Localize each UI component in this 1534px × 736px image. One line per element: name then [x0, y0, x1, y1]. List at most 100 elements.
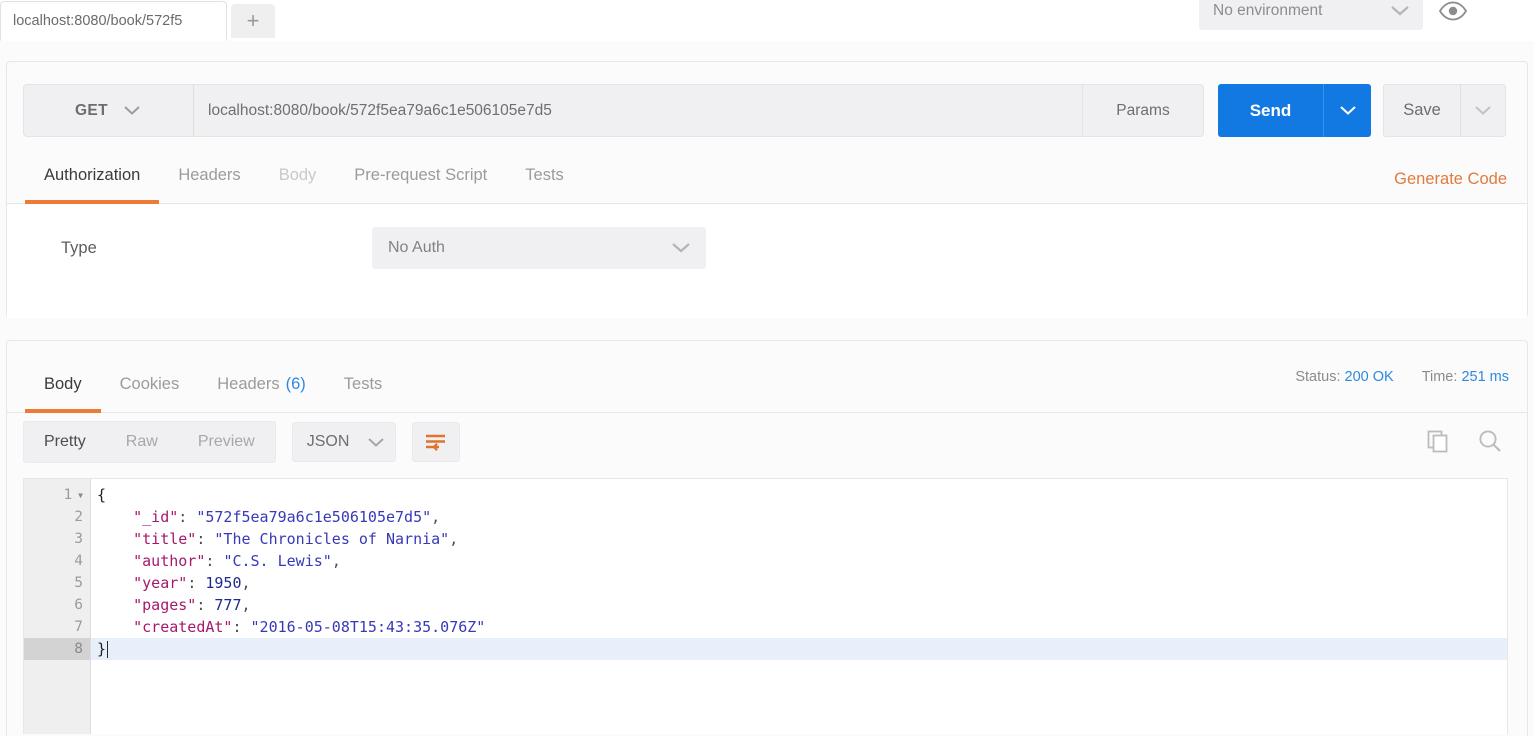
environment-quick-look-button[interactable] — [1431, 0, 1475, 30]
code-token: "createdAt" — [97, 618, 233, 636]
format-selected-label: JSON — [306, 433, 350, 450]
send-button[interactable]: Send — [1218, 84, 1323, 137]
view-mode-group: Pretty Raw Preview — [23, 421, 276, 463]
method-select[interactable]: GET — [23, 84, 193, 137]
code-token: , — [449, 530, 459, 548]
params-button[interactable]: Params — [1083, 84, 1204, 137]
word-wrap-icon — [424, 432, 448, 452]
code-token: 1950 — [205, 574, 242, 592]
tab-label: Body — [278, 165, 317, 184]
code-token: "year" — [97, 574, 188, 592]
code-line: "title": "The Chronicles of Narnia", — [91, 528, 1507, 550]
tab-label: Authorization — [44, 165, 141, 184]
tab-pre-request-script[interactable]: Pre-request Script — [335, 147, 506, 203]
tab-response-body[interactable]: Body — [25, 356, 101, 413]
gutter-line: 5 — [24, 572, 90, 594]
copy-response-button[interactable] — [1423, 421, 1453, 461]
auth-type-label: Type — [61, 238, 97, 257]
save-button[interactable]: Save — [1383, 84, 1460, 137]
request-tab-label: localhost:8080/book/572f5 — [13, 13, 183, 29]
tab-response-cookies[interactable]: Cookies — [101, 356, 199, 412]
environment-select[interactable]: No environment — [1199, 0, 1423, 30]
search-icon — [1477, 428, 1503, 454]
gutter-line: 7 — [24, 616, 90, 638]
postman-window: localhost:8080/book/572f5 + No environme… — [0, 0, 1534, 736]
top-bar: localhost:8080/book/572f5 + No environme… — [0, 0, 1534, 41]
code-token: , — [241, 596, 251, 614]
tab-label: Tests — [343, 374, 383, 393]
tab-response-headers[interactable]: Headers (6) — [198, 356, 325, 412]
line-number: 3 — [74, 531, 83, 547]
save-options-button[interactable] — [1460, 84, 1506, 137]
view-mode-preview[interactable]: Preview — [178, 422, 275, 462]
time-indicator: Time: 251 ms — [1422, 369, 1509, 385]
chevron-down-icon — [1473, 104, 1493, 117]
tab-label: Tests — [525, 165, 564, 184]
gutter-line: 2 — [24, 506, 90, 528]
gutter-line: 8 — [24, 638, 90, 660]
request-tabs: Authorization Headers Body Pre-request S… — [7, 148, 1527, 204]
tab-response-tests[interactable]: Tests — [325, 356, 402, 412]
response-actions — [1423, 421, 1505, 461]
word-wrap-button[interactable] — [411, 422, 460, 462]
auth-type-select[interactable]: No Auth — [372, 227, 706, 269]
tab-authorization[interactable]: Authorization — [25, 147, 160, 204]
url-input[interactable]: localhost:8080/book/572f5ea79a6c1e506105… — [193, 84, 1083, 137]
save-button-group: Save — [1383, 84, 1506, 137]
tab-label: Body — [44, 374, 82, 393]
authorization-panel: Type No Auth — [7, 205, 1527, 318]
response-format-select[interactable]: JSON — [291, 422, 396, 462]
gutter-line: 3 — [24, 528, 90, 550]
code-token: , — [431, 508, 441, 526]
plus-icon: + — [246, 8, 260, 33]
view-mode-pretty[interactable]: Pretty — [24, 422, 106, 462]
code-token: "C.S. Lewis" — [223, 552, 332, 570]
params-label: Params — [1116, 101, 1170, 119]
send-options-button[interactable] — [1323, 84, 1371, 137]
fold-triangle-icon[interactable]: ▼ — [78, 492, 83, 500]
tab-label: Headers — [217, 374, 280, 393]
send-label: Send — [1249, 100, 1292, 120]
response-meta: Status: 200 OK Time: 251 ms — [1295, 369, 1509, 385]
tab-headers[interactable]: Headers — [159, 147, 259, 203]
search-response-button[interactable] — [1475, 421, 1505, 461]
time-value: 251 ms — [1461, 369, 1509, 385]
new-tab-button[interactable]: + — [231, 4, 275, 38]
view-mode-raw[interactable]: Raw — [106, 422, 178, 462]
tab-tests[interactable]: Tests — [506, 147, 583, 203]
code-token: "2016-05-08T15:43:35.076Z" — [250, 618, 486, 636]
line-number: 7 — [74, 619, 83, 635]
code-line: "_id": "572f5ea79a6c1e506105e7d5", — [91, 506, 1507, 528]
code-line: { — [91, 484, 1507, 506]
environment-selected-label: No environment — [1213, 2, 1323, 19]
generate-code-label: Generate Code — [1394, 170, 1507, 188]
view-mode-label: Raw — [125, 433, 158, 450]
code-token: : — [232, 618, 251, 636]
response-tabs: Body Cookies Headers (6) Tests — [7, 357, 1527, 413]
chevron-down-icon — [1389, 4, 1411, 18]
line-number: 8 — [74, 641, 83, 657]
auth-type-value: No Auth — [388, 239, 445, 256]
tab-body[interactable]: Body — [260, 147, 336, 203]
code-token: , — [241, 574, 251, 592]
environment-area: No environment — [1199, 0, 1475, 30]
chevron-down-icon — [122, 104, 142, 117]
code-token: 777 — [214, 596, 242, 614]
request-tab-active[interactable]: localhost:8080/book/572f5 — [0, 1, 227, 41]
code-token: { — [97, 486, 107, 504]
code-token: "title" — [97, 530, 197, 548]
code-token: "_id" — [97, 508, 179, 526]
code-token: "The Chronicles of Narnia" — [214, 530, 450, 548]
line-number: 4 — [74, 553, 83, 569]
response-body-editor[interactable]: 1 ▼ 2 3 4 5 6 7 8 { "_id": "572f5ea79a6c1e506105… — [23, 478, 1508, 734]
auth-type-row: Type No Auth — [7, 227, 1527, 269]
code-token: , — [331, 552, 341, 570]
gutter-line: 1 ▼ — [24, 484, 90, 506]
generate-code-link[interactable]: Generate Code — [1394, 170, 1507, 189]
tab-label: Headers — [178, 165, 241, 184]
editor-code-area[interactable]: { "_id": "572f5ea79a6c1e506105e7d5", "ti… — [90, 479, 1507, 734]
eye-icon — [1438, 1, 1468, 21]
code-line: "year": 1950, — [91, 572, 1507, 594]
code-token: : — [178, 508, 197, 526]
line-number: 2 — [74, 509, 83, 525]
